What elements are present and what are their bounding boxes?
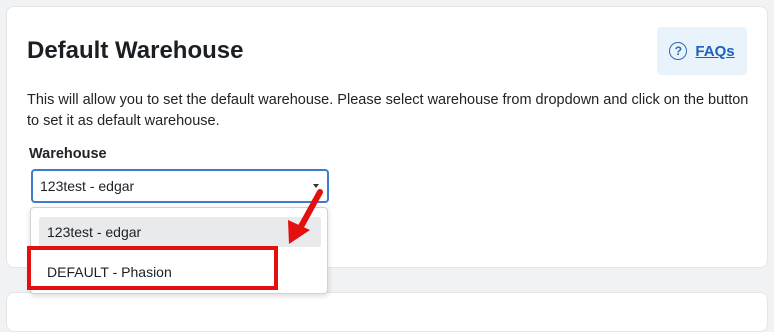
dropdown-option-123test-edgar[interactable]: 123test - edgar xyxy=(39,217,321,247)
dropdown-option-default-phasion[interactable]: DEFAULT - Phasion xyxy=(39,257,321,287)
page-description: This will allow you to set the default w… xyxy=(27,92,749,129)
secondary-card xyxy=(6,292,768,332)
warehouse-select[interactable]: 123test - edgar xyxy=(31,169,329,203)
page-title: Default Warehouse xyxy=(27,37,244,64)
warehouse-dropdown-menu: 123test - edgar DEFAULT - Phasion xyxy=(30,207,328,294)
faq-link[interactable]: FAQs xyxy=(695,43,734,60)
chevron-down-icon xyxy=(313,184,319,188)
help-icon: ? xyxy=(669,42,688,60)
faq-button[interactable]: ? FAQs xyxy=(657,27,747,75)
warehouse-label: Warehouse xyxy=(29,146,107,162)
warehouse-select-value: 123test - edgar xyxy=(40,178,135,194)
